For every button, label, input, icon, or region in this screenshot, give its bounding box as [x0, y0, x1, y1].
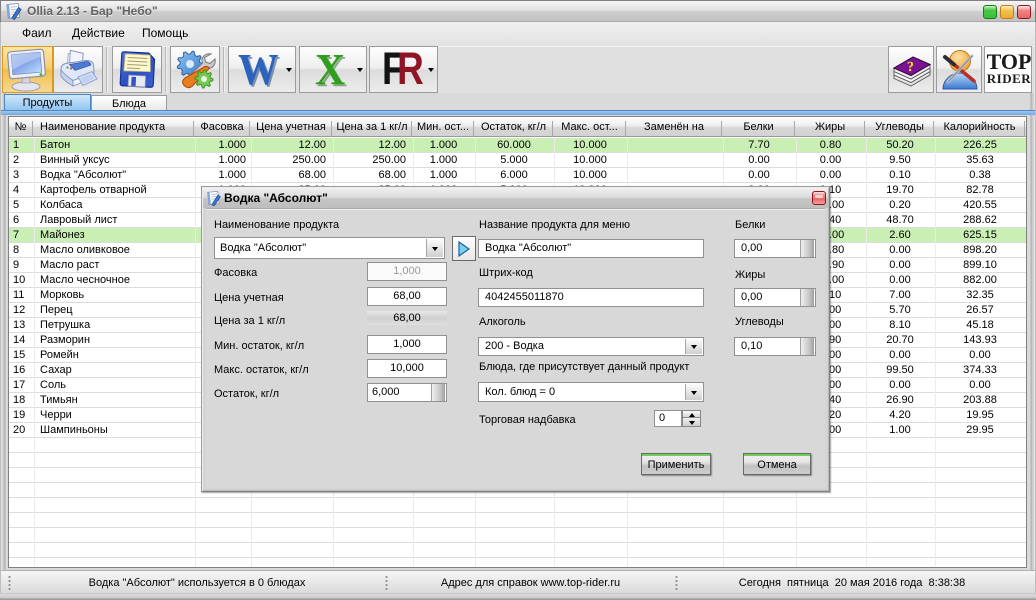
svg-text:?: ?: [907, 60, 915, 75]
